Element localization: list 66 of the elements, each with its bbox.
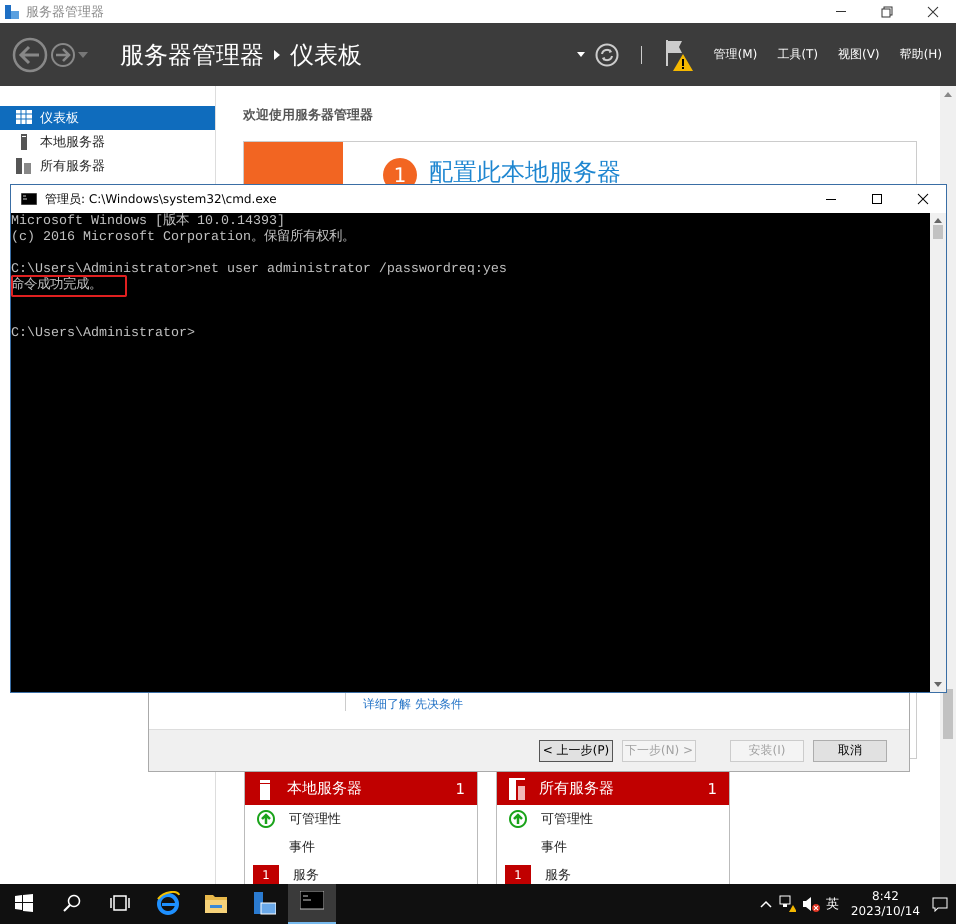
- tile-row-label[interactable]: 可管理性: [289, 810, 341, 828]
- menu-item[interactable]: 工具(T): [777, 46, 818, 63]
- count-badge: 1: [505, 865, 531, 885]
- breadcrumb-arrow-icon: [274, 50, 280, 60]
- menu-item[interactable]: 视图(V): [838, 46, 880, 63]
- link[interactable]: 先决条件: [415, 696, 463, 711]
- input-method-indicator[interactable]: 英: [826, 895, 839, 913]
- tile-row-label[interactable]: 服务: [545, 866, 571, 884]
- notification-icon[interactable]: [932, 896, 948, 912]
- breadcrumb-item: 仪表板: [290, 40, 362, 70]
- forward-icon[interactable]: [50, 42, 76, 68]
- tile-row-label[interactable]: 事件: [289, 838, 315, 856]
- step-link[interactable]: 配置此本地服务器: [429, 158, 621, 186]
- wizard-button[interactable]: < 上一步(P): [539, 740, 613, 762]
- maximize-icon[interactable]: [870, 192, 884, 206]
- sidebar-item[interactable]: 所有服务器: [0, 154, 215, 178]
- tile-header[interactable]: 本地服务器 1: [245, 772, 477, 805]
- tile-row-label[interactable]: 可管理性: [541, 810, 593, 828]
- menu-item[interactable]: 帮助(H): [900, 46, 942, 63]
- sidebar-item[interactable]: 本地服务器: [0, 130, 215, 154]
- chevron-up-icon[interactable]: [760, 900, 772, 908]
- browser-icon[interactable]: [156, 891, 180, 915]
- server-icon: [16, 158, 32, 174]
- network-warning-icon[interactable]: [778, 895, 796, 913]
- server-manager-icon[interactable]: [252, 891, 276, 915]
- refresh-icon[interactable]: [594, 42, 619, 66]
- tile-row-label[interactable]: 服务: [293, 866, 319, 884]
- server-manager-icon: [4, 4, 20, 20]
- welcome-heading: 欢迎使用服务器管理器: [243, 106, 374, 125]
- console-line: 命令成功完成。: [11, 278, 102, 293]
- link[interactable]: 详细了解: [363, 696, 411, 711]
- caret-icon[interactable]: [576, 52, 585, 57]
- scroll-thumb[interactable]: [933, 225, 943, 239]
- count-badge: 1: [253, 865, 279, 885]
- tile-header[interactable]: 所有服务器 1: [497, 772, 729, 805]
- window-title: 服务器管理器: [26, 4, 104, 20]
- close-icon[interactable]: [916, 192, 930, 206]
- server-icon: [257, 778, 273, 800]
- wizard-button[interactable]: 取消: [813, 740, 887, 762]
- task-view-icon[interactable]: [110, 894, 130, 912]
- speaker-muted-icon[interactable]: [802, 895, 820, 913]
- server-icon: [509, 778, 525, 800]
- search-icon[interactable]: [63, 894, 81, 912]
- grid-icon: [16, 110, 32, 126]
- clock-time: 8:42: [872, 889, 899, 904]
- sidebar-item[interactable]: 仪表板: [0, 106, 215, 130]
- clock-date: 2023/10/14: [850, 904, 920, 919]
- console-line: (c) 2016 Microsoft Corporation。保留所有权利。: [11, 230, 355, 245]
- back-icon[interactable]: [12, 36, 48, 72]
- scroll-up-icon[interactable]: [934, 218, 942, 223]
- console-icon: [21, 193, 37, 205]
- breadcrumb-item[interactable]: 服务器管理器: [120, 38, 264, 70]
- window-title: 管理员: C:\Windows\system32\cmd.exe: [45, 190, 277, 208]
- tile-row-label[interactable]: 事件: [541, 838, 567, 856]
- menu-item[interactable]: 管理(M): [714, 46, 758, 63]
- restore-icon[interactable]: [880, 4, 894, 18]
- scroll-up-icon[interactable]: [944, 92, 952, 97]
- close-icon[interactable]: [926, 4, 940, 18]
- console-line: C:\Users\Administrator>: [11, 326, 195, 341]
- scroll-thumb[interactable]: [943, 689, 953, 739]
- console-line: C:\Users\Administrator>net user administrator /passwordreq:yes: [11, 262, 507, 277]
- scroll-down-icon[interactable]: [934, 682, 942, 687]
- windows-icon[interactable]: [15, 894, 33, 912]
- scrollbar[interactable]: [930, 213, 946, 692]
- flag-warning-icon[interactable]: [664, 38, 694, 72]
- console-line: Microsoft Windows [版本 10.0.14393]: [11, 214, 285, 229]
